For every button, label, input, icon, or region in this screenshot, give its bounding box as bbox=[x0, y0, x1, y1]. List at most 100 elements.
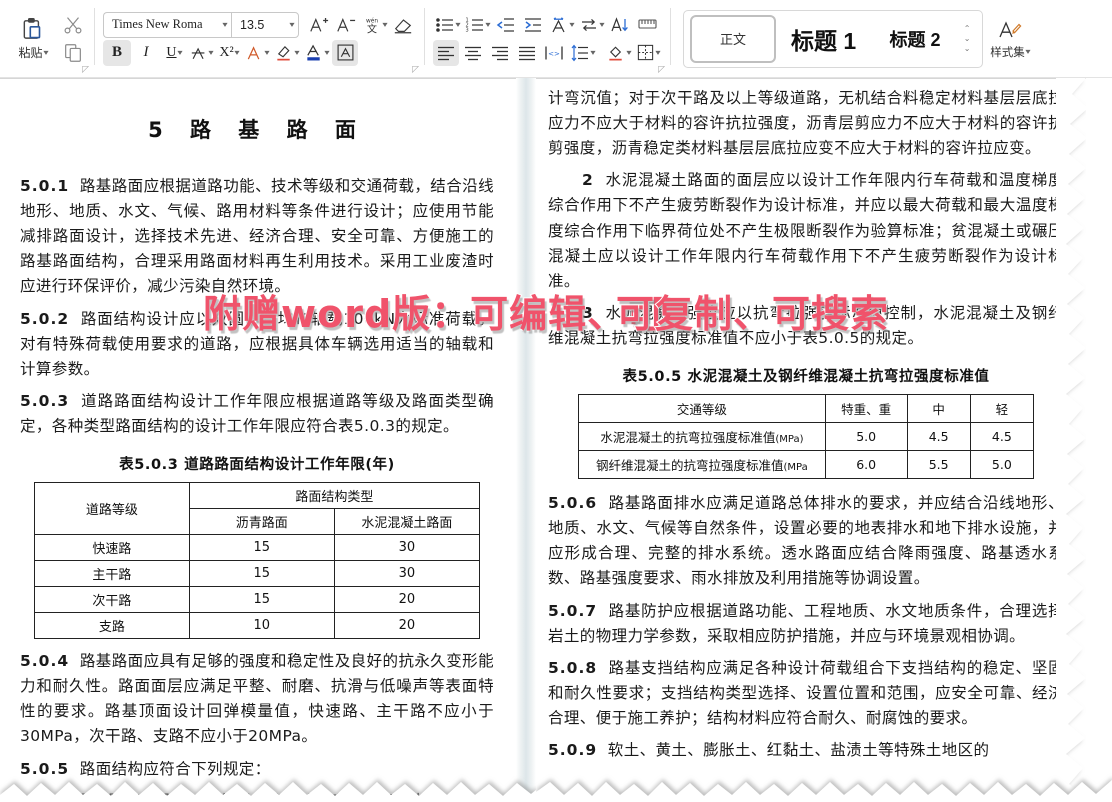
clause-text: 软土、黄土、膨胀土、红黏土、盐渍土等特殊土地区的 bbox=[608, 741, 990, 759]
chevron-down-icon[interactable]: ▾ bbox=[626, 48, 631, 57]
style-set-button[interactable]: 样式集 ▾ bbox=[983, 10, 1037, 68]
table-cell: 6.0 bbox=[825, 451, 907, 479]
font-dialog-launcher[interactable]: ◸ bbox=[412, 64, 419, 75]
chevron-down-icon[interactable]: ▾ bbox=[43, 48, 48, 57]
decrease-indent-button[interactable] bbox=[493, 12, 519, 38]
table-cell: 15 bbox=[189, 535, 334, 561]
grow-font-button[interactable] bbox=[306, 12, 332, 38]
copy-button[interactable] bbox=[60, 40, 86, 66]
pinyin-sort-button[interactable]: ▾ bbox=[547, 12, 576, 38]
align-center-button[interactable] bbox=[460, 40, 486, 66]
clipboard-dialog-launcher[interactable]: ◸ bbox=[82, 64, 89, 75]
chevron-down-icon[interactable]: ▾ bbox=[590, 48, 595, 57]
bullets-button[interactable]: ▾ bbox=[433, 12, 462, 38]
sort-button[interactable] bbox=[607, 12, 633, 38]
table-caption: 表5.0.3 道路路面结构设计工作年限(年) bbox=[20, 453, 494, 474]
character-shading-button[interactable] bbox=[332, 40, 358, 66]
document-page-left[interactable]: 5 路 基 路 面 5.0.1 路基路面应根据道路功能、技术等级和交通荷载，结合… bbox=[0, 78, 516, 802]
style-set-icon bbox=[997, 18, 1023, 42]
scroll-down-icon[interactable]: ⌄ bbox=[964, 36, 971, 42]
table-cell: 30 bbox=[334, 535, 479, 561]
align-justify-button[interactable] bbox=[514, 40, 540, 66]
strikethrough-icon bbox=[190, 43, 208, 62]
paragraph: 5.0.3 道路路面结构设计工作年限应根据道路等级及路面类型确定，各种类型路面结… bbox=[20, 389, 494, 439]
table-cell: 30 bbox=[334, 561, 479, 587]
style-item-normal[interactable]: 正文 bbox=[690, 15, 776, 63]
borders-button[interactable]: ▾ bbox=[634, 40, 662, 66]
paste-button[interactable]: 粘贴 ▾ bbox=[6, 9, 60, 69]
table-cell: 15 bbox=[189, 561, 334, 587]
clause-number: 5.0.4 bbox=[20, 652, 69, 670]
grow-font-icon bbox=[308, 15, 330, 35]
style-item-heading2[interactable]: 标题 2 bbox=[871, 15, 959, 63]
chevron-down-icon[interactable]: ▾ bbox=[455, 20, 460, 29]
paragraph: 5.0.1 路基路面应根据道路功能、技术等级和交通荷载，结合沿线地形、地质、水文… bbox=[20, 174, 494, 300]
chevron-down-icon[interactable]: ▾ bbox=[569, 20, 574, 29]
chevron-down-icon[interactable]: ▾ bbox=[294, 48, 299, 57]
ribbon-separator-1 bbox=[94, 8, 95, 65]
highlighter-icon bbox=[274, 43, 294, 62]
clause-text: 路面结构设计应以双圆垂直均布轴载100kN为标准荷载。对有特殊荷载使用要求的道路… bbox=[20, 310, 494, 378]
paragraph: 5.0.8 路基支挡结构应满足各种设计荷载组合下支挡结构的稳定、坚固和耐久性要求… bbox=[548, 656, 1064, 731]
chevron-down-icon[interactable]: ▾ bbox=[1025, 47, 1030, 56]
expand-gallery-icon[interactable]: ⌄ bbox=[964, 46, 971, 52]
chevron-down-icon[interactable]: ▾ bbox=[655, 48, 660, 57]
document-page-right[interactable]: 计弯沉值；对于次干路及以上等级道路，无机结合料稳定材料基层层底拉应力不应大于材料… bbox=[536, 78, 1112, 802]
shading-button[interactable]: ▾ bbox=[604, 40, 633, 66]
bold-button[interactable]: B bbox=[103, 40, 131, 66]
item-text: 水泥混凝土强度应以抗弯拉强度标准值控制，水泥混凝土及钢纤维混凝土抗弯拉强度标准值… bbox=[548, 304, 1064, 347]
chevron-down-icon[interactable]: ▾ bbox=[289, 20, 294, 29]
clause-number: 5.0.2 bbox=[20, 310, 69, 328]
chevron-down-icon[interactable]: ▾ bbox=[599, 20, 604, 29]
chevron-down-icon[interactable]: ▾ bbox=[222, 20, 227, 29]
phonetic-guide-button[interactable]: wén 文 ▾ bbox=[360, 12, 389, 38]
scroll-up-icon[interactable]: ⌃ bbox=[964, 26, 971, 32]
font-name-input[interactable]: Times New Roma ▾ bbox=[103, 12, 231, 38]
clause-text: 路基路面应根据道路功能、技术等级和交通荷载，结合沿线地形、地质、水文、气候、路用… bbox=[20, 177, 494, 295]
show-marks-button[interactable] bbox=[634, 12, 660, 38]
underline-button[interactable]: U ▾ bbox=[161, 40, 187, 66]
superscript-button[interactable]: X² ▾ bbox=[216, 40, 242, 66]
chevron-down-icon[interactable]: ▾ bbox=[382, 20, 387, 29]
distribute-button[interactable]: <> bbox=[541, 40, 567, 66]
svg-text:<>: <> bbox=[548, 50, 560, 58]
cut-button[interactable] bbox=[60, 12, 86, 38]
clear-formatting-button[interactable] bbox=[390, 12, 416, 38]
styles-gallery-scroll[interactable]: ⌃ ⌄ ⌄ bbox=[959, 15, 975, 63]
clause-text: 路面结构应符合下列规定： bbox=[80, 760, 271, 778]
chevron-down-icon[interactable]: ▾ bbox=[324, 48, 329, 57]
italic-button[interactable]: I bbox=[132, 40, 160, 66]
text-effects-button[interactable]: ▾ bbox=[243, 40, 271, 66]
chevron-down-icon[interactable]: ▾ bbox=[485, 20, 490, 29]
clause-text: 路基路面排水应满足道路总体排水的要求，并应结合沿线地形、地质、水文、气候等自然条… bbox=[548, 494, 1064, 587]
line-spacing-button[interactable]: ▾ bbox=[568, 40, 597, 66]
increase-indent-button[interactable] bbox=[520, 12, 546, 38]
find-replace-button[interactable]: ▾ bbox=[577, 12, 606, 38]
item-number: 3 bbox=[582, 304, 594, 322]
clause-number: 5.0.1 bbox=[20, 177, 69, 195]
chevron-down-icon[interactable]: ▾ bbox=[234, 48, 239, 57]
align-right-button[interactable] bbox=[487, 40, 513, 66]
table-cell: 15 bbox=[189, 587, 334, 613]
shrink-font-button[interactable] bbox=[333, 12, 359, 38]
table-row: 主干路 15 30 bbox=[35, 561, 480, 587]
table-row: 道路等级 路面结构类型 bbox=[35, 483, 480, 509]
align-left-button[interactable] bbox=[433, 40, 459, 66]
character-shading-icon bbox=[336, 43, 355, 62]
table-cell: 钢纤维混凝土的抗弯拉强度标准值(MPa bbox=[579, 451, 826, 479]
style-item-heading1[interactable]: 标题 1 bbox=[776, 15, 871, 63]
table-cell: 5.0 bbox=[825, 423, 907, 451]
strikethrough-button[interactable]: ▾ bbox=[188, 40, 215, 66]
chevron-down-icon[interactable]: ▾ bbox=[208, 48, 213, 57]
highlight-button[interactable]: ▾ bbox=[272, 40, 301, 66]
document-canvas[interactable]: 5 路 基 路 面 5.0.1 路基路面应根据道路功能、技术等级和交通荷载，结合… bbox=[0, 78, 1112, 802]
chevron-down-icon[interactable]: ▾ bbox=[177, 48, 182, 57]
underline-icon: U bbox=[166, 45, 176, 61]
font-size-input[interactable]: 13.5 ▾ bbox=[231, 12, 299, 38]
paragraph: 5.0.7 路基防护应根据道路功能、工程地质、水文地质条件，合理选择岩土的物理力… bbox=[548, 599, 1064, 649]
font-color-button[interactable]: ▾ bbox=[302, 40, 331, 66]
paragraph-dialog-launcher[interactable]: ◸ bbox=[658, 64, 665, 75]
chevron-down-icon[interactable]: ▾ bbox=[264, 48, 269, 57]
styles-gallery[interactable]: 正文 标题 1 标题 2 ⌃ ⌄ ⌄ bbox=[683, 10, 983, 68]
numbering-button[interactable]: 1 2 3 ▾ bbox=[463, 12, 492, 38]
